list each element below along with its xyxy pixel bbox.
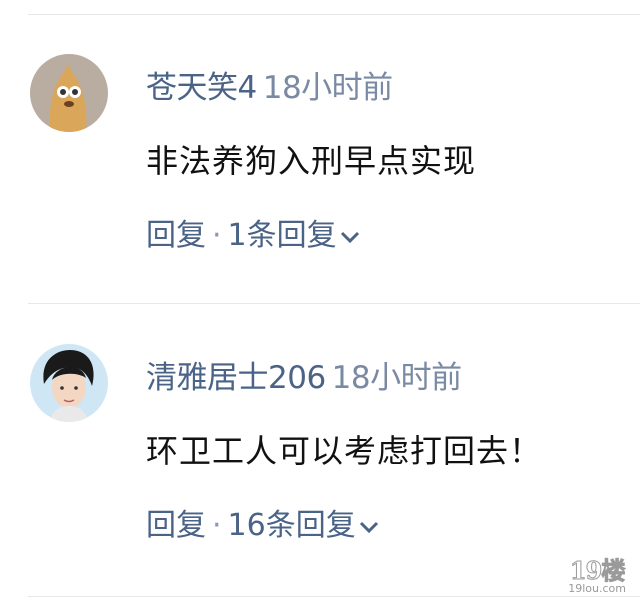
avatar[interactable] — [30, 344, 108, 422]
chevron-down-icon — [340, 231, 359, 243]
comment-meta: 清雅居士206 18小时前 — [146, 352, 462, 397]
timestamp: 18小时前 — [331, 360, 462, 396]
reply-count-toggle[interactable]: 16条回复 — [228, 508, 380, 543]
avatar[interactable] — [30, 54, 108, 132]
comment-text: 环卫工人可以考虑打回去！ — [146, 432, 543, 470]
username[interactable]: 清雅居士206 — [146, 360, 326, 396]
comment-meta: 苍天笑4 18小时前 — [146, 62, 393, 107]
avatar-person-icon — [30, 344, 108, 422]
comment-text: 非法养狗入刑早点实现 — [146, 142, 477, 180]
comment-actions: 回复 · 1条回复 — [146, 210, 361, 254]
comment-actions: 回复 · 16条回复 — [146, 500, 380, 544]
watermark-site: 19lou.com — [568, 582, 626, 595]
bottom-divider — [28, 596, 640, 597]
comment-divider — [28, 303, 640, 304]
reply-count-label: 16条回复 — [227, 508, 356, 543]
separator-dot: · — [212, 508, 222, 543]
separator-dot: · — [212, 218, 222, 253]
site-watermark: 19楼 19lou.com — [568, 551, 626, 596]
reply-button[interactable]: 回复 — [146, 508, 206, 543]
username[interactable]: 苍天笑4 — [146, 70, 257, 106]
avatar-dog-icon — [30, 54, 108, 132]
reply-count-toggle[interactable]: 1条回复 — [228, 218, 361, 253]
reply-count-label: 1条回复 — [227, 218, 337, 253]
chevron-down-icon — [359, 521, 378, 533]
timestamp: 18小时前 — [262, 70, 393, 106]
watermark-logo: 19楼 — [569, 556, 625, 586]
top-divider — [28, 14, 640, 15]
reply-button[interactable]: 回复 — [146, 218, 206, 253]
